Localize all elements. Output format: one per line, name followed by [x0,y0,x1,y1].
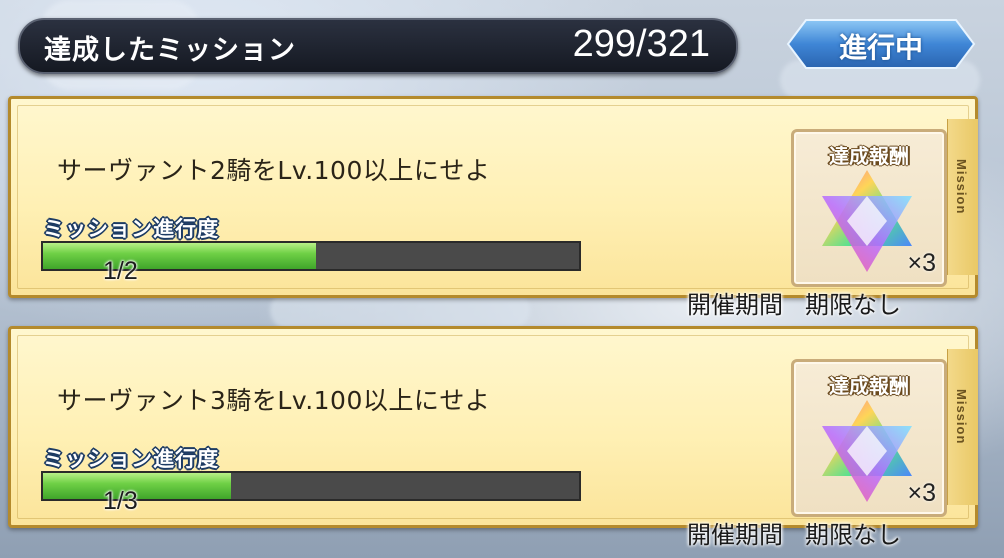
side-tab-label: Mission [954,389,969,445]
status-filter-button[interactable]: 進行中 [786,18,976,70]
mission-card[interactable]: サーヴァント3騎をLv.100以上にせよ ミッション進行度 1/3 達成報酬 ×… [8,326,978,549]
progress-label: ミッション進行度 [43,447,219,471]
progress-value: 1/3 [103,487,138,515]
mission-count: 299/321 [572,23,710,65]
achieved-missions-bar: 達成したミッション 299/321 [18,18,738,74]
reward-quantity: ×3 [907,479,936,507]
period-info: 開催期間 期限なし [687,515,923,550]
side-tab-label: Mission [954,159,969,215]
period-info: 開催期間 期限なし [687,285,923,320]
rainbow-star-icon [822,400,912,502]
period-value: 期限なし [805,291,901,319]
period-label: 開催期間 [687,291,783,319]
rainbow-star-icon [822,170,912,272]
mission-card[interactable]: サーヴァント2騎をLv.100以上にせよ ミッション進行度 1/2 達成報酬 ×… [8,96,978,319]
reward-quantity: ×3 [907,249,936,277]
mission-side-tab: Mission [947,119,978,275]
mission-description: サーヴァント2騎をLv.100以上にせよ [57,156,491,185]
mission-description: サーヴァント3騎をLv.100以上にせよ [57,386,491,415]
period-value: 期限なし [805,521,901,549]
reward-box[interactable]: 達成報酬 ×3 [791,129,947,287]
mission-side-tab: Mission [947,349,978,505]
reward-label: 達成報酬 [829,374,909,398]
period-label: 開催期間 [687,521,783,549]
progress-value: 1/2 [103,257,138,285]
status-label: 進行中 [838,31,923,64]
page-title: 達成したミッション [44,35,296,66]
progress-fill [43,243,317,269]
reward-label: 達成報酬 [829,144,909,168]
progress-label: ミッション進行度 [43,217,219,241]
reward-box[interactable]: 達成報酬 ×3 [791,359,947,517]
